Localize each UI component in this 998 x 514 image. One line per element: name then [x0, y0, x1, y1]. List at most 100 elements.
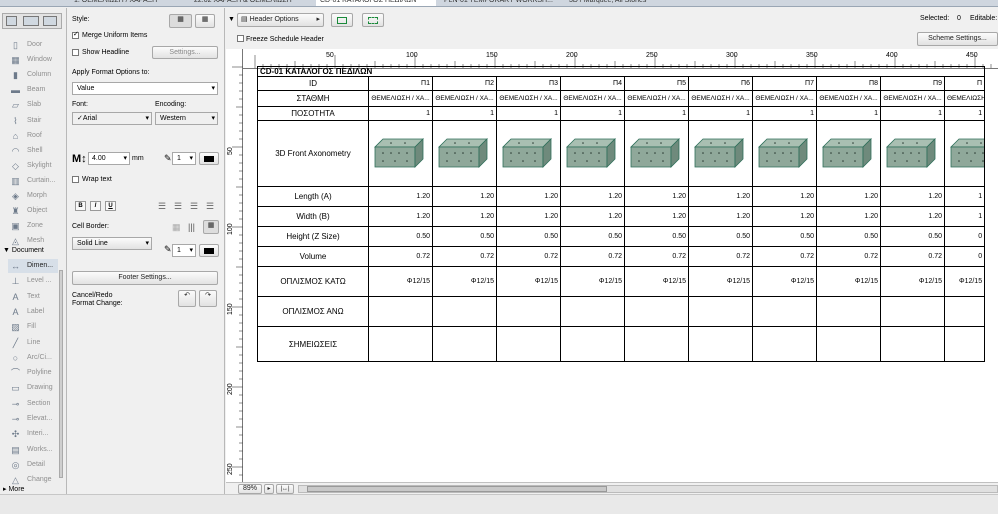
table-cell[interactable]: 0.50 — [368, 226, 433, 247]
arrow-tool-icon[interactable] — [6, 16, 17, 26]
tool-skylight[interactable]: ◇ Skylight — [8, 159, 64, 173]
marquee-tool-icon[interactable] — [23, 16, 39, 26]
axonometry-cell[interactable] — [752, 120, 817, 187]
table-cell[interactable]: 1.20 — [496, 186, 561, 207]
tool-beam[interactable]: ▬ Beam — [8, 83, 64, 97]
table-cell[interactable]: ΘΕΜΕΛΙΩΣΗ / ΧΑ... — [368, 90, 433, 107]
table-cell[interactable]: ΘΕΜΕΛΙΩΣΗ / ΧΑ... — [624, 90, 689, 107]
table-cell[interactable]: 1.20 — [624, 206, 689, 227]
tool-line[interactable]: ╱ Line — [8, 336, 58, 350]
axonometry-cell[interactable] — [624, 120, 689, 187]
header-options-button[interactable]: ▤ Header Options ▸ — [237, 13, 324, 27]
horizontal-scroll-thumb[interactable] — [307, 486, 607, 492]
schedule-title[interactable]: CD-01 ΚΑΤΑΛΟΓΟΣ ΠΕΔΙΛΩΝ — [257, 66, 986, 77]
zoom-select[interactable]: 89% — [238, 484, 262, 494]
table-cell[interactable] — [816, 296, 881, 327]
more-tools-button[interactable]: ▸ More — [3, 485, 24, 493]
table-cell[interactable]: 0.72 — [624, 246, 689, 267]
tab-2[interactable]: 22.02 ΧΑΡΑΞΗ & ΘΕΜΕΛΙΩΣΗ — [190, 0, 310, 6]
table-cell[interactable]: 0.50 — [432, 226, 497, 247]
merge-uniform-checkbox[interactable]: ✓ — [72, 31, 79, 39]
table-cell[interactable]: 1.20 — [560, 186, 625, 207]
row-header[interactable]: Height (Z Size) — [257, 226, 369, 247]
table-cell[interactable] — [560, 326, 625, 362]
footer-settings-button[interactable]: Footer Settings... — [72, 271, 218, 285]
table-cell[interactable] — [496, 326, 561, 362]
wrap-text-checkbox[interactable] — [72, 176, 79, 183]
tool-works[interactable]: ▤ Works... — [8, 443, 58, 457]
border-vertical-icon[interactable]: ||| — [188, 222, 195, 232]
tab-1[interactable]: 1. ΘΕΜΕΛΙΩΣΗ / ΧΑΡΑΞΗ — [70, 0, 185, 6]
table-cell[interactable]: 0.50 — [496, 226, 561, 247]
tool-detail[interactable]: ◎ Detail — [8, 458, 58, 472]
table-cell[interactable]: Φ12/15 — [943, 266, 986, 297]
table-cell[interactable]: 0.50 — [880, 226, 945, 247]
table-cell[interactable]: 1.20 — [688, 206, 753, 227]
tool-shell[interactable]: ◠ Shell — [8, 144, 64, 158]
axonometry-cell[interactable] — [368, 120, 433, 187]
table-cell[interactable]: 1.20 — [816, 186, 881, 207]
table-cell[interactable] — [752, 296, 817, 327]
table-cell[interactable]: 0 — [943, 226, 986, 247]
tool-dimen[interactable]: ↔ Dimen... — [8, 259, 58, 273]
table-cell[interactable]: 1 — [624, 106, 689, 121]
table-cell[interactable]: Φ12/15 — [432, 266, 497, 297]
row-header[interactable]: Length (A) — [257, 186, 369, 207]
table-cell[interactable]: ΘΕΜΕΛΙΩΣΗ / ΧΑ... — [560, 90, 625, 107]
table-cell[interactable] — [560, 296, 625, 327]
table-cell[interactable]: 0.72 — [688, 246, 753, 267]
table-cell[interactable] — [688, 296, 753, 327]
tool-level[interactable]: ⊥ Level ... — [8, 274, 58, 288]
table-cell[interactable]: 1.20 — [368, 186, 433, 207]
undo-format-button[interactable]: ↶ — [178, 290, 196, 307]
table-cell[interactable]: 0.50 — [624, 226, 689, 247]
tool-drawing[interactable]: ▭ Drawing — [8, 381, 58, 395]
fit-width-button[interactable]: |↔| — [276, 484, 294, 494]
tool-fill[interactable]: ▨ Fill — [8, 320, 58, 334]
text-pen-input[interactable]: 1 — [172, 152, 196, 165]
table-cell[interactable]: 1.20 — [560, 206, 625, 227]
table-cell[interactable]: 1.20 — [496, 206, 561, 227]
table-cell[interactable]: ΘΕΜΕΛΙΩΣΗ / ΧΑ... — [496, 90, 561, 107]
tool-object[interactable]: ♜ Object — [8, 204, 64, 218]
style-grid-button[interactable]: ▦ — [169, 14, 192, 28]
fit-selection-button[interactable] — [362, 13, 384, 27]
table-cell[interactable] — [624, 326, 689, 362]
tool-slab[interactable]: ▱ Slab — [8, 98, 64, 112]
pick-tool-icon[interactable] — [43, 16, 57, 26]
encoding-select[interactable]: Western — [155, 112, 218, 125]
table-cell[interactable]: 1 — [688, 106, 753, 121]
table-cell[interactable] — [432, 296, 497, 327]
table-cell[interactable]: 0.50 — [688, 226, 753, 247]
tool-stair[interactable]: ⌇ Stair — [8, 114, 64, 128]
zoom-out-button[interactable]: ▸ — [264, 484, 274, 494]
column-id[interactable]: Π6 — [688, 76, 753, 91]
axonometry-cell[interactable] — [496, 120, 561, 187]
table-cell[interactable] — [752, 326, 817, 362]
tool-polyline[interactable]: ⌒ Polyline — [8, 366, 58, 380]
row-header[interactable]: ΣΤΑΘΜΗ — [257, 90, 369, 107]
table-cell[interactable] — [943, 296, 986, 327]
tool-morph[interactable]: ◈ Morph — [8, 189, 64, 203]
axonometry-cell[interactable] — [816, 120, 881, 187]
table-cell[interactable]: ΘΕΜΕΛΙΩΣΗ / ΧΑ... — [688, 90, 753, 107]
table-cell[interactable]: 0.72 — [368, 246, 433, 267]
table-cell[interactable]: 0.50 — [560, 226, 625, 247]
table-cell[interactable]: 1.20 — [688, 186, 753, 207]
align-center-icon[interactable]: ☰ — [174, 201, 182, 212]
table-cell[interactable]: 0 — [943, 246, 986, 267]
row-header[interactable]: ΣΗΜΕΙΩΣΕΙΣ — [257, 326, 369, 362]
table-cell[interactable]: 0.72 — [496, 246, 561, 267]
table-cell[interactable]: 1.20 — [368, 206, 433, 227]
column-id[interactable]: Π1 — [368, 76, 433, 91]
table-cell[interactable]: ΘΕΜΕΛΙΩΣΗ / ΧΑ... — [752, 90, 817, 107]
column-id[interactable]: Π2 — [432, 76, 497, 91]
align-justify-icon[interactable]: ☰ — [206, 201, 214, 212]
table-cell[interactable]: Φ12/15 — [624, 266, 689, 297]
row-header[interactable]: ΟΠΛΙΣΜΟΣ ΚΑΤΩ — [257, 266, 369, 297]
tool-elevat[interactable]: ⊸ Elevat... — [8, 412, 58, 426]
table-cell[interactable]: 1.20 — [432, 206, 497, 227]
table-cell[interactable]: 1.20 — [880, 206, 945, 227]
table-cell[interactable]: 1.20 — [880, 186, 945, 207]
table-cell[interactable]: 0.72 — [880, 246, 945, 267]
